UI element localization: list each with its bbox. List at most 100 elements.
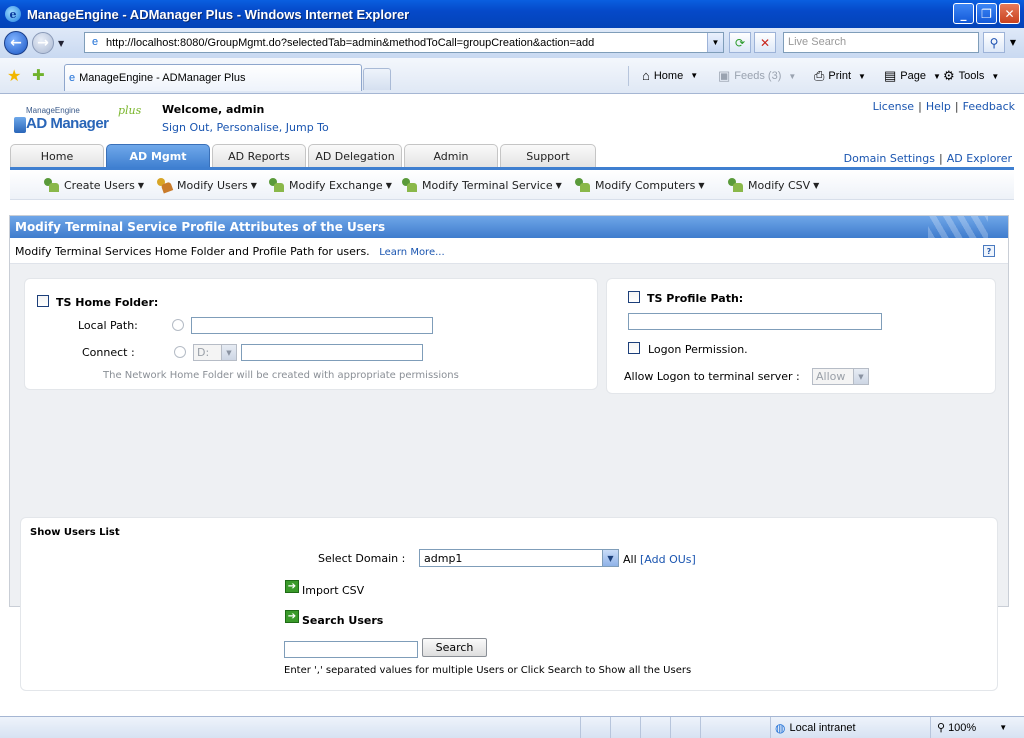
zoom-dropdown-icon[interactable]: ▼ bbox=[999, 723, 1007, 732]
page-dropdown-icon[interactable]: ▼ bbox=[933, 72, 941, 81]
zoom-level: 100% bbox=[948, 721, 977, 734]
tools-dropdown-icon[interactable]: ▼ bbox=[991, 72, 999, 81]
allow-select-arrow-icon: ▼ bbox=[853, 369, 868, 384]
tab-admin[interactable]: Admin bbox=[404, 144, 498, 168]
help-icon[interactable]: ? bbox=[983, 245, 995, 257]
home-command[interactable]: ⌂ Home ▼ bbox=[642, 68, 698, 83]
forward-button[interactable]: → bbox=[32, 32, 54, 54]
users-search-input[interactable] bbox=[284, 641, 418, 658]
browser-tab[interactable]: e ManageEngine - ADManager Plus bbox=[64, 64, 362, 91]
minimize-button[interactable]: _ bbox=[953, 3, 974, 24]
tools-command[interactable]: ⚙ Tools ▼ bbox=[943, 68, 999, 84]
allow-logon-label: Allow Logon to terminal server : bbox=[624, 370, 800, 383]
search-button[interactable]: Search bbox=[422, 638, 487, 657]
tab-ad-delegation[interactable]: AD Delegation bbox=[308, 144, 402, 168]
search-options-dropdown-icon[interactable]: ▼ bbox=[1006, 32, 1020, 53]
submenu-create-users[interactable]: Create Users ▼ bbox=[43, 178, 144, 192]
tab-support[interactable]: Support bbox=[500, 144, 596, 168]
submenu-label: Modify Computers bbox=[595, 178, 696, 192]
top-links: License | Help | Feedback bbox=[872, 100, 1015, 113]
submenu-modify-csv[interactable]: Modify CSV ▼ bbox=[727, 178, 819, 192]
submenu-label: Modify CSV bbox=[748, 178, 811, 192]
address-toolbar: ← → ▼ e http://localhost:8080/GroupMgmt.… bbox=[0, 28, 1024, 58]
window-title: ManageEngine - ADManager Plus - Windows … bbox=[27, 6, 410, 22]
page-command-label: Page bbox=[900, 70, 926, 82]
address-dropdown-icon[interactable]: ▼ bbox=[707, 33, 723, 52]
page-menu-icon: ▤ bbox=[884, 68, 897, 83]
refresh-button[interactable]: ⟳ bbox=[729, 32, 751, 53]
history-dropdown-icon[interactable]: ▼ bbox=[58, 39, 64, 48]
panel-title: Modify Terminal Service Profile Attribut… bbox=[15, 220, 386, 234]
security-zone[interactable]: ◍ Local intranet bbox=[775, 721, 856, 735]
status-bar: ◍ Local intranet ⚲ 100% ▼ bbox=[0, 716, 1024, 738]
print-dropdown-icon[interactable]: ▼ bbox=[858, 72, 866, 81]
help-link[interactable]: Help bbox=[926, 100, 951, 113]
browser-tab-title: ManageEngine - ADManager Plus bbox=[79, 72, 246, 84]
local-path-input[interactable] bbox=[191, 317, 433, 334]
submenu-modify-computers[interactable]: Modify Computers ▼ bbox=[574, 178, 705, 192]
maximize-button[interactable]: ❐ bbox=[976, 3, 997, 24]
intranet-globe-icon: ◍ bbox=[775, 721, 786, 735]
submenu-bar: Create Users ▼ Modify Users ▼ Modify Excha… bbox=[10, 170, 1014, 200]
back-button[interactable]: ← bbox=[4, 31, 28, 55]
drive-select[interactable]: D: ▼ bbox=[193, 344, 237, 361]
import-csv-link[interactable]: Import CSV bbox=[302, 584, 364, 597]
close-button[interactable]: ✕ bbox=[999, 3, 1020, 24]
zoom-control[interactable]: ⚲ 100% ▼ bbox=[937, 721, 1007, 735]
status-separator bbox=[580, 717, 581, 738]
tab-ad-reports[interactable]: AD Reports bbox=[212, 144, 306, 168]
status-separator bbox=[640, 717, 641, 738]
domain-settings-link[interactable]: Domain Settings bbox=[844, 152, 935, 165]
submenu-modify-terminal-service[interactable]: Modify Terminal Service ▼ bbox=[401, 178, 562, 192]
allow-logon-select[interactable]: Allow ▼ bbox=[812, 368, 869, 385]
ts-profile-path-checkbox[interactable] bbox=[628, 291, 640, 303]
command-bar: ★ ✚ e ManageEngine - ADManager Plus ⌂ Ho… bbox=[0, 58, 1024, 94]
submenu-modify-exchange[interactable]: Modify Exchange ▼ bbox=[268, 178, 392, 192]
page-command[interactable]: ▤ Page ▼ bbox=[884, 68, 941, 84]
search-users-label: Search Users bbox=[302, 614, 384, 627]
new-tab-button[interactable] bbox=[363, 68, 391, 90]
personalise-link[interactable]: Personalise bbox=[216, 121, 278, 134]
home-dropdown-icon[interactable]: ▼ bbox=[690, 71, 698, 80]
sign-out-link[interactable]: Sign Out bbox=[162, 121, 209, 134]
home-folder-note: The Network Home Folder will be created … bbox=[103, 370, 459, 381]
chevron-down-icon: ▼ bbox=[137, 180, 145, 190]
print-command[interactable]: ⎙ Print ▼ bbox=[814, 68, 866, 84]
domain-select[interactable]: admp1 ▼ bbox=[419, 549, 619, 567]
address-field[interactable]: e http://localhost:8080/GroupMgmt.do?sel… bbox=[84, 32, 724, 53]
local-path-radio[interactable] bbox=[172, 319, 184, 331]
connect-radio[interactable] bbox=[174, 346, 186, 358]
favorites-star-icon[interactable]: ★ bbox=[7, 66, 21, 85]
admanager-logo[interactable]: ManageEngine AD Manager plus bbox=[14, 104, 154, 136]
connect-path-input[interactable] bbox=[241, 344, 423, 361]
drive-select-arrow-icon: ▼ bbox=[221, 345, 236, 360]
tab-ad-mgmt[interactable]: AD Mgmt bbox=[106, 144, 210, 168]
tab-page-icon: e bbox=[69, 72, 76, 84]
feedback-link[interactable]: Feedback bbox=[963, 100, 1015, 113]
tools-command-label: Tools bbox=[958, 70, 985, 82]
feeds-command[interactable]: ▣ Feeds (3) ▼ bbox=[718, 68, 796, 84]
profile-path-input[interactable] bbox=[628, 313, 882, 330]
stop-button[interactable]: ✕ bbox=[754, 32, 776, 53]
show-users-title: Show Users List bbox=[30, 527, 120, 538]
jump-to-link[interactable]: Jump To bbox=[286, 121, 329, 134]
domain-select-arrow-icon: ▼ bbox=[602, 550, 618, 566]
search-users-arrow-icon: ➔ bbox=[285, 610, 299, 623]
learn-more-link[interactable]: Learn More... bbox=[379, 247, 444, 258]
allow-logon-select-value: Allow bbox=[816, 370, 846, 383]
submenu-label: Modify Exchange bbox=[289, 178, 383, 192]
search-go-button[interactable]: ⚲ bbox=[983, 32, 1005, 53]
panel-description: Modify Terminal Services Home Folder and… bbox=[10, 238, 1008, 264]
add-favorites-icon[interactable]: ✚ bbox=[32, 66, 45, 84]
chevron-down-icon: ▼ bbox=[250, 180, 257, 190]
ad-explorer-link[interactable]: AD Explorer bbox=[947, 152, 1012, 165]
license-link[interactable]: License bbox=[873, 100, 914, 113]
submenu-modify-users[interactable]: Modify Users ▼ bbox=[156, 178, 257, 192]
logon-permission-checkbox[interactable] bbox=[628, 342, 640, 354]
add-ous-link[interactable]: [Add OUs] bbox=[640, 553, 696, 566]
tab-home[interactable]: Home bbox=[10, 144, 104, 168]
ts-home-folder-checkbox[interactable] bbox=[37, 295, 49, 307]
live-search-input[interactable]: Live Search bbox=[783, 32, 979, 53]
feeds-dropdown-icon[interactable]: ▼ bbox=[788, 72, 796, 81]
page-icon: e bbox=[91, 35, 99, 48]
